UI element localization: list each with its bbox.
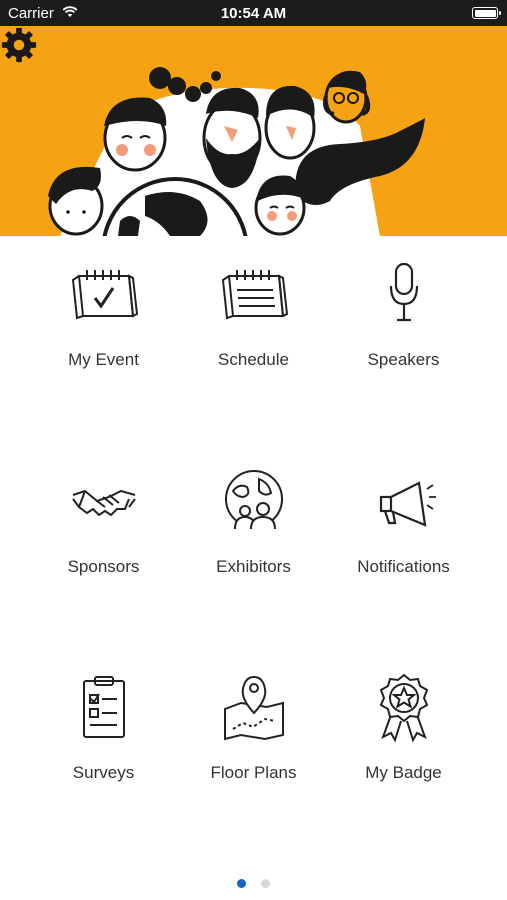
menu-item-exhibitors[interactable]: Exhibitors: [169, 467, 338, 577]
menu-item-label: My Badge: [365, 763, 442, 782]
page-dot[interactable]: [260, 879, 270, 888]
header-banner: [0, 26, 507, 236]
map-pin-icon: [223, 675, 284, 741]
menu-item-label: Speakers: [367, 350, 440, 369]
clipboard-checklist-icon: [82, 676, 125, 738]
menu-item-my-badge[interactable]: My Badge: [319, 673, 488, 783]
menu-item-label: My Event: [68, 350, 139, 369]
menu-item-my-event[interactable]: My Event: [19, 260, 188, 370]
menu-item-label: Schedule: [218, 350, 289, 369]
menu-item-schedule[interactable]: Schedule: [169, 260, 338, 370]
menu-item-notifications[interactable]: Notifications: [319, 467, 488, 577]
globe-people-icon: [224, 470, 283, 530]
status-bar: Carrier 10:54 AM: [0, 0, 507, 26]
handshake-icon: [71, 489, 136, 517]
calendar-icon: [221, 270, 288, 320]
menu-item-label: Exhibitors: [216, 557, 291, 576]
gear-icon[interactable]: [0, 26, 38, 64]
menu-item-label: Sponsors: [67, 557, 140, 576]
page-dot-active[interactable]: [237, 879, 247, 888]
badge-ribbon-icon: [379, 673, 428, 743]
clock: 10:54 AM: [220, 5, 287, 22]
calendar-check-icon: [71, 270, 138, 320]
menu-item-speakers[interactable]: Speakers: [319, 260, 488, 370]
menu-item-floor-plans[interactable]: Floor Plans: [169, 673, 338, 783]
page-indicator: [0, 875, 507, 893]
megaphone-icon: [379, 481, 436, 527]
menu-item-label: Notifications: [357, 557, 450, 576]
microphone-icon: [389, 262, 418, 322]
menu-item-surveys[interactable]: Surveys: [19, 673, 188, 783]
people-globe-illustration: [48, 67, 425, 236]
menu-item-label: Floor Plans: [210, 763, 297, 782]
battery-icon: [472, 7, 501, 19]
menu-item-label: Surveys: [72, 763, 135, 782]
menu-item-sponsors[interactable]: Sponsors: [19, 467, 188, 577]
